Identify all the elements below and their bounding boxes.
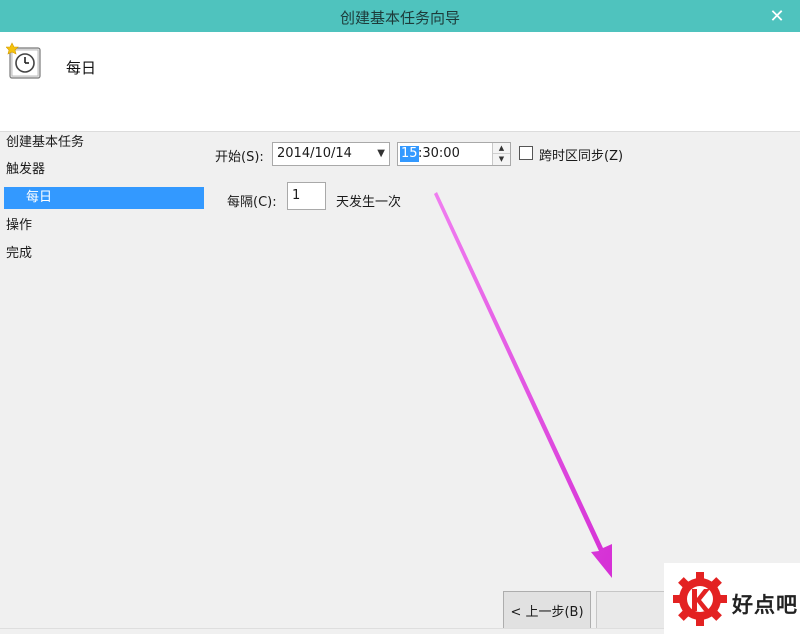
start-date-picker[interactable]: 2014/10/14 ▼	[272, 142, 390, 166]
recur-unit-label: 天发生一次	[336, 195, 402, 210]
sync-timezone-label[interactable]: 跨时区同步(Z)	[539, 145, 623, 164]
page-title: 每日	[66, 59, 97, 77]
spin-up-icon[interactable]: ▲	[493, 143, 510, 154]
wizard-header: 每日	[0, 32, 800, 132]
time-spinner[interactable]: ▲ ▼	[492, 143, 510, 165]
nav-step-finish[interactable]: 完成	[6, 243, 32, 265]
next-button[interactable]	[596, 591, 666, 629]
sync-timezone-checkbox[interactable]	[519, 146, 533, 160]
nav-step-daily[interactable]: 每日	[4, 187, 204, 209]
back-button[interactable]: < 上一步(B)	[503, 591, 591, 629]
close-icon: ✕	[769, 5, 785, 27]
watermark-text: 好点吧	[732, 593, 798, 617]
watermark: 好点吧	[664, 563, 800, 634]
start-label: 开始(S):	[215, 150, 264, 165]
nav-step-trigger[interactable]: 触发器	[6, 159, 45, 181]
recur-label: 每隔(C):	[227, 195, 277, 210]
start-time-rest: :30:00	[418, 146, 460, 161]
start-date-value: 2014/10/14	[277, 146, 352, 161]
nav-step-action[interactable]: 操作	[6, 215, 32, 237]
start-time-field[interactable]: 15 :30:00 ▲ ▼	[397, 142, 511, 166]
window-title: 创建基本任务向导	[339, 9, 460, 27]
gear-logo-icon	[673, 572, 727, 626]
task-scheduler-clock-icon	[6, 42, 41, 79]
recur-interval-input[interactable]: 1	[287, 182, 326, 210]
close-button[interactable]: ✕	[754, 0, 800, 32]
spin-down-icon[interactable]: ▼	[493, 154, 510, 165]
chevron-down-icon[interactable]: ▼	[377, 143, 385, 165]
start-time-hour[interactable]: 15	[400, 146, 419, 162]
nav-step-create-basic-task[interactable]: 创建基本任务	[6, 132, 84, 154]
title-bar: 创建基本任务向导 ✕	[0, 0, 800, 32]
